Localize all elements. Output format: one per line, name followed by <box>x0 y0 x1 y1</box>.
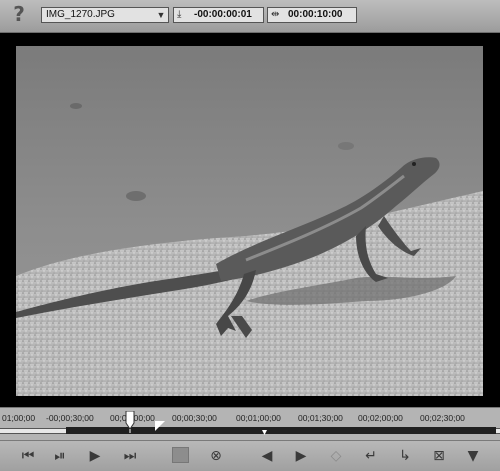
duration-icon: ⇹ <box>271 9 280 20</box>
playhead-handle[interactable] <box>125 411 135 433</box>
lizard-photo <box>16 46 483 396</box>
mark-triangle-icon <box>262 430 267 435</box>
mark-in-icon[interactable]: ◀ <box>256 446 278 466</box>
split-icon[interactable]: ◇ <box>325 446 347 466</box>
mark-out-icon[interactable]: ▶ <box>290 446 312 466</box>
play-icon[interactable]: ▶ <box>84 446 106 466</box>
fit-icon[interactable]: ⊠ <box>428 446 450 466</box>
go-to-start-icon[interactable]: ⏮ <box>17 446 39 466</box>
export-icon[interactable]: ▼ <box>462 446 484 466</box>
clip-selector[interactable]: IMG_1270.JPG ▼ <box>41 7 169 23</box>
duration-timecode: 00:00:10:00 <box>288 9 343 20</box>
go-to-end-icon[interactable]: ⏭ <box>119 446 141 466</box>
in-timecode-field[interactable]: ⤓ -00:00:00:01 <box>173 7 264 23</box>
chevron-down-icon: ▼ <box>156 10 166 20</box>
ruler-label: 00;00;30;00 <box>172 413 217 423</box>
out-marker-icon[interactable] <box>155 421 165 431</box>
help-icon[interactable]: ? <box>10 3 28 25</box>
ruler-label: 00;01;00;00 <box>236 413 281 423</box>
in-timecode: -00:00:00:01 <box>194 9 252 20</box>
ruler-label: 00;02;00;00 <box>358 413 403 423</box>
ruler-label: 01;00;00 <box>2 413 36 423</box>
ruler-label: -00;00;30;00 <box>46 413 94 423</box>
duration-timecode-field[interactable]: ⇹ 00:00:10:00 <box>267 7 357 23</box>
step-back-icon[interactable]: ⏯ <box>49 446 71 466</box>
timeline-ruler[interactable]: 01;00;00 -00;00;30;00 00;00;00;00 00;00;… <box>0 407 500 441</box>
top-toolbar: ? IMG_1270.JPG ▼ ⤓ -00:00:00:01 ⇹ 00:00:… <box>0 0 500 33</box>
insert-icon[interactable]: ↵ <box>360 446 382 466</box>
mark-in-time-icon: ⤓ <box>177 9 182 20</box>
overwrite-icon[interactable]: ↳ <box>394 446 416 466</box>
loop-icon[interactable]: ⊗ <box>203 446 229 466</box>
stop-icon[interactable] <box>172 447 189 463</box>
transport-controls: ⏮ ⏯ ▶ ⏭ ⊗ ◀ ▶ ◇ ↵ ↳ ⊠ ▼ <box>0 440 500 471</box>
preview-window <box>0 33 500 407</box>
clip-name: IMG_1270.JPG <box>46 9 115 20</box>
clip-monitor: ? IMG_1270.JPG ▼ ⤓ -00:00:00:01 ⇹ 00:00:… <box>0 0 500 471</box>
ruler-label: 00;02;30;00 <box>420 413 465 423</box>
ruler-label: 00;01;30;00 <box>298 413 343 423</box>
